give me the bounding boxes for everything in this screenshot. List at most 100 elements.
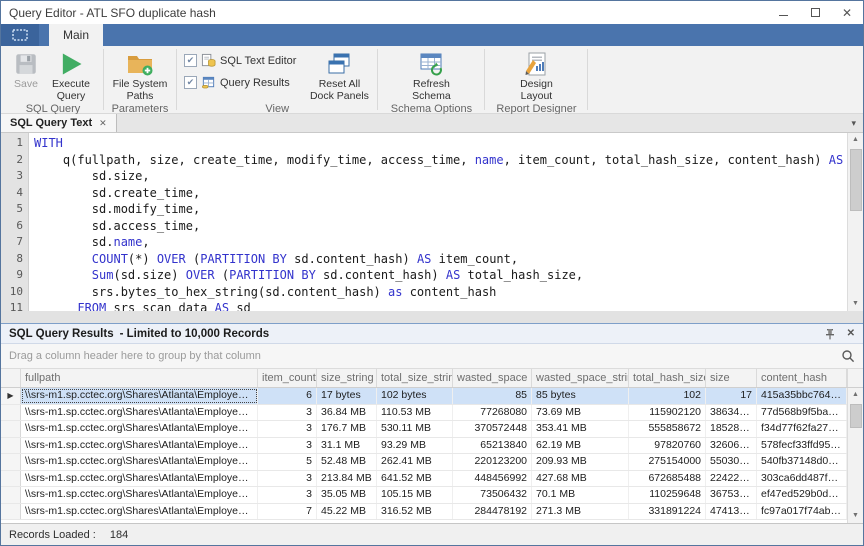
cell-item_count[interactable]: 3 [258, 438, 317, 454]
grid-vertical-scrollbar[interactable]: ▲ ▼ [847, 388, 863, 523]
cell-wasted_space[interactable]: 65213840 [453, 438, 532, 454]
cell-fullpath[interactable]: \\srs-m1.sp.cctec.org\Shares\Atlanta\Emp… [21, 487, 258, 503]
column-header-total_hash_size[interactable]: total_hash_size [629, 369, 706, 387]
scroll-down-icon[interactable]: ▼ [848, 509, 863, 523]
cell-total_size_string[interactable]: 93.29 MB [377, 438, 453, 454]
cell-size_string[interactable]: 31.1 MB [317, 438, 377, 454]
save-button[interactable]: Save [8, 47, 44, 91]
cell-fullpath[interactable]: \\srs-m1.sp.cctec.org\Shares\Atlanta\Emp… [21, 454, 258, 470]
reset-dock-panels-button[interactable]: Reset All Dock Panels [306, 47, 372, 102]
cell-total_hash_size[interactable]: 555858672 [629, 421, 706, 437]
tab-list-dropdown-icon[interactable]: ▾ [851, 114, 863, 132]
cell-wasted_space_string[interactable]: 427.68 MB [532, 471, 629, 487]
cell-wasted_space[interactable]: 448456992 [453, 471, 532, 487]
cell-wasted_space_string[interactable]: 353.41 MB [532, 421, 629, 437]
cell-fullpath[interactable]: \\srs-m1.sp.cctec.org\Shares\Atlanta\Emp… [21, 405, 258, 421]
column-header-wasted_space_string[interactable]: wasted_space_string [532, 369, 629, 387]
cell-item_count[interactable]: 7 [258, 504, 317, 520]
column-header-item_count[interactable]: item_count [258, 369, 317, 387]
code-text[interactable]: sd.access_time, [29, 218, 200, 235]
tab-main[interactable]: Main [49, 24, 103, 46]
cell-fullpath[interactable]: \\srs-m1.sp.cctec.org\Shares\Atlanta\Emp… [21, 504, 258, 520]
code-text[interactable]: FROM srs_scan_data AS sd [29, 300, 251, 311]
cell-size_string[interactable]: 35.05 MB [317, 487, 377, 503]
cell-total_size_string[interactable]: 641.52 MB [377, 471, 453, 487]
code-text[interactable]: COUNT(*) OVER (PARTITION BY sd.content_h… [29, 251, 518, 268]
cell-total_hash_size[interactable]: 102 [629, 388, 706, 404]
panel-close-icon[interactable]: ✕ [847, 328, 855, 339]
cell-wasted_space[interactable]: 85 [453, 388, 532, 404]
cell-total_hash_size[interactable]: 331891224 [629, 504, 706, 520]
cell-item_count[interactable]: 5 [258, 454, 317, 470]
cell-wasted_space_string[interactable]: 271.3 MB [532, 504, 629, 520]
sql-editor[interactable]: 1WITH2 q(fullpath, size, create_time, mo… [1, 133, 863, 311]
search-icon[interactable] [841, 349, 855, 363]
scrollbar-thumb[interactable] [850, 149, 862, 211]
cell-total_size_string[interactable]: 102 bytes [377, 388, 453, 404]
table-row[interactable]: \\srs-m1.sp.cctec.org\Shares\Atlanta\Emp… [1, 421, 847, 438]
cell-content_hash[interactable]: 303ca6dd487f1c0... [757, 471, 847, 487]
tab-sql-query-text[interactable]: SQL Query Text ✕ [1, 114, 117, 132]
cell-size[interactable]: 185286224 [706, 421, 757, 437]
cell-size[interactable]: 47413032 [706, 504, 757, 520]
column-header-content_hash[interactable]: content_hash [757, 369, 847, 387]
column-header-total_size_string[interactable]: total_size_string [377, 369, 453, 387]
close-button[interactable]: ✕ [831, 1, 863, 24]
cell-fullpath[interactable]: \\srs-m1.sp.cctec.org\Shares\Atlanta\Emp… [21, 471, 258, 487]
cell-total_hash_size[interactable]: 672685488 [629, 471, 706, 487]
cell-wasted_space[interactable]: 284478192 [453, 504, 532, 520]
table-row[interactable]: \\srs-m1.sp.cctec.org\Shares\Atlanta\Emp… [1, 405, 847, 422]
cell-wasted_space[interactable]: 73506432 [453, 487, 532, 503]
cell-size_string[interactable]: 45.22 MB [317, 504, 377, 520]
table-row[interactable]: ▶\\srs-m1.sp.cctec.org\Shares\Atlanta\Em… [1, 388, 847, 405]
cell-total_size_string[interactable]: 262.41 MB [377, 454, 453, 470]
table-row[interactable]: \\srs-m1.sp.cctec.org\Shares\Atlanta\Emp… [1, 504, 847, 521]
cell-content_hash[interactable]: ef47ed529b0d16... [757, 487, 847, 503]
code-text[interactable]: sd.size, [29, 168, 150, 185]
cell-size[interactable]: 32606920 [706, 438, 757, 454]
scroll-down-icon[interactable]: ▼ [848, 297, 863, 311]
sql-text-editor-checkbox-item[interactable]: ✔ SQL Text Editor [184, 53, 296, 68]
cell-fullpath[interactable]: \\srs-m1.sp.cctec.org\Shares\Atlanta\Emp… [21, 421, 258, 437]
code-text[interactable]: sd.modify_time, [29, 201, 200, 218]
cell-wasted_space[interactable]: 220123200 [453, 454, 532, 470]
cell-size[interactable]: 55030800 [706, 454, 757, 470]
code-text[interactable]: q(fullpath, size, create_time, modify_ti… [29, 152, 863, 169]
design-layout-button[interactable]: Design Layout [509, 47, 563, 102]
cell-size_string[interactable]: 52.48 MB [317, 454, 377, 470]
minimize-button[interactable] [767, 1, 799, 24]
panel-splitter[interactable] [1, 311, 863, 323]
cell-size_string[interactable]: 176.7 MB [317, 421, 377, 437]
cell-item_count[interactable]: 6 [258, 388, 317, 404]
file-system-paths-button[interactable]: File System Paths [109, 47, 171, 102]
cell-fullpath[interactable]: \\srs-m1.sp.cctec.org\Shares\Atlanta\Emp… [21, 438, 258, 454]
group-by-panel[interactable]: Drag a column header here to group by th… [1, 344, 863, 369]
refresh-schema-button[interactable]: Refresh Schema [401, 47, 461, 102]
cell-content_hash[interactable]: 540fb37148d063... [757, 454, 847, 470]
table-row[interactable]: \\srs-m1.sp.cctec.org\Shares\Atlanta\Emp… [1, 438, 847, 455]
cell-item_count[interactable]: 3 [258, 421, 317, 437]
code-text[interactable]: sd.create_time, [29, 185, 200, 202]
pin-icon[interactable] [825, 328, 835, 340]
checkbox-checked-icon[interactable]: ✔ [184, 76, 197, 89]
cell-total_size_string[interactable]: 105.15 MB [377, 487, 453, 503]
cell-total_size_string[interactable]: 110.53 MB [377, 405, 453, 421]
cell-size_string[interactable]: 17 bytes [317, 388, 377, 404]
cell-wasted_space_string[interactable]: 85 bytes [532, 388, 629, 404]
code-text[interactable]: srs.bytes_to_hex_string(sd.content_hash)… [29, 284, 496, 301]
query-results-checkbox-item[interactable]: ✔ Query Results [184, 75, 296, 90]
column-header-size[interactable]: size [706, 369, 757, 387]
cell-total_size_string[interactable]: 530.11 MB [377, 421, 453, 437]
cell-total_hash_size[interactable]: 275154000 [629, 454, 706, 470]
cell-total_hash_size[interactable]: 115902120 [629, 405, 706, 421]
cell-wasted_space_string[interactable]: 70.1 MB [532, 487, 629, 503]
cell-size_string[interactable]: 213.84 MB [317, 471, 377, 487]
cell-wasted_space_string[interactable]: 62.19 MB [532, 438, 629, 454]
cell-total_hash_size[interactable]: 110259648 [629, 487, 706, 503]
cell-total_hash_size[interactable]: 97820760 [629, 438, 706, 454]
cell-item_count[interactable]: 3 [258, 471, 317, 487]
code-text[interactable]: Sum(sd.size) OVER (PARTITION BY sd.conte… [29, 267, 583, 284]
cell-fullpath[interactable]: \\srs-m1.sp.cctec.org\Shares\Atlanta\Emp… [21, 388, 258, 404]
scroll-up-icon[interactable]: ▲ [848, 388, 863, 402]
cell-size[interactable]: 224228496 [706, 471, 757, 487]
